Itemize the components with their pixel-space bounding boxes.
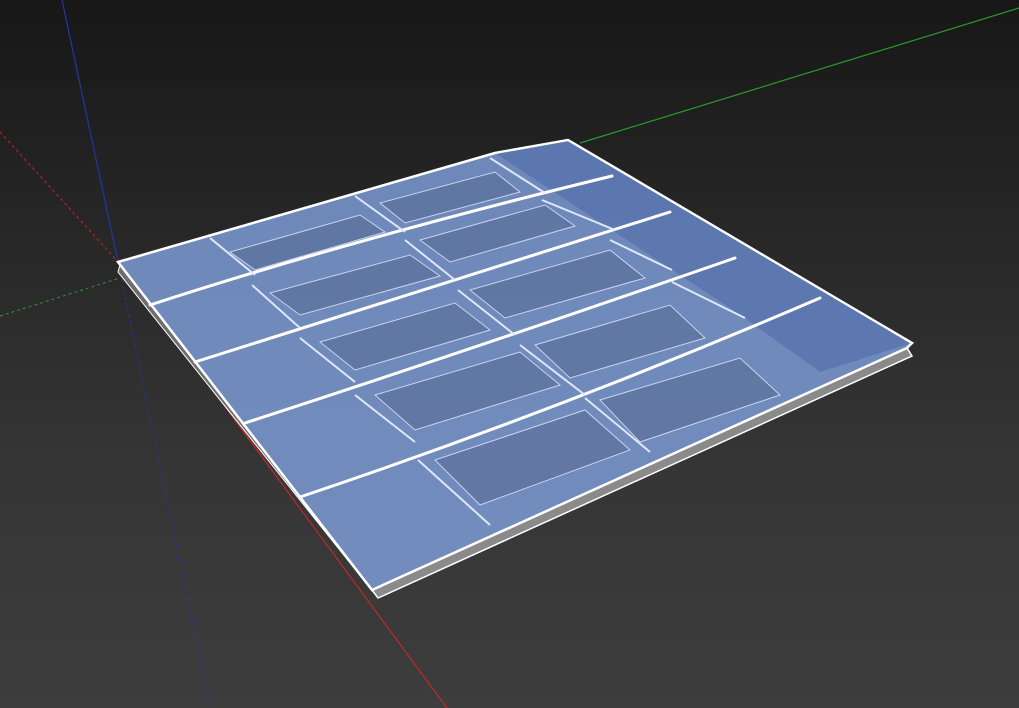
3d-scene-canvas[interactable] — [0, 0, 1019, 708]
z-axis-blue — [61, 0, 119, 263]
3d-viewport[interactable] — [0, 0, 1019, 708]
x-axis-red-dashed — [0, 131, 121, 265]
y-axis-green-dashed — [0, 277, 121, 317]
y-axis-green — [579, 7, 1019, 144]
canopy-model[interactable] — [115, 138, 915, 599]
